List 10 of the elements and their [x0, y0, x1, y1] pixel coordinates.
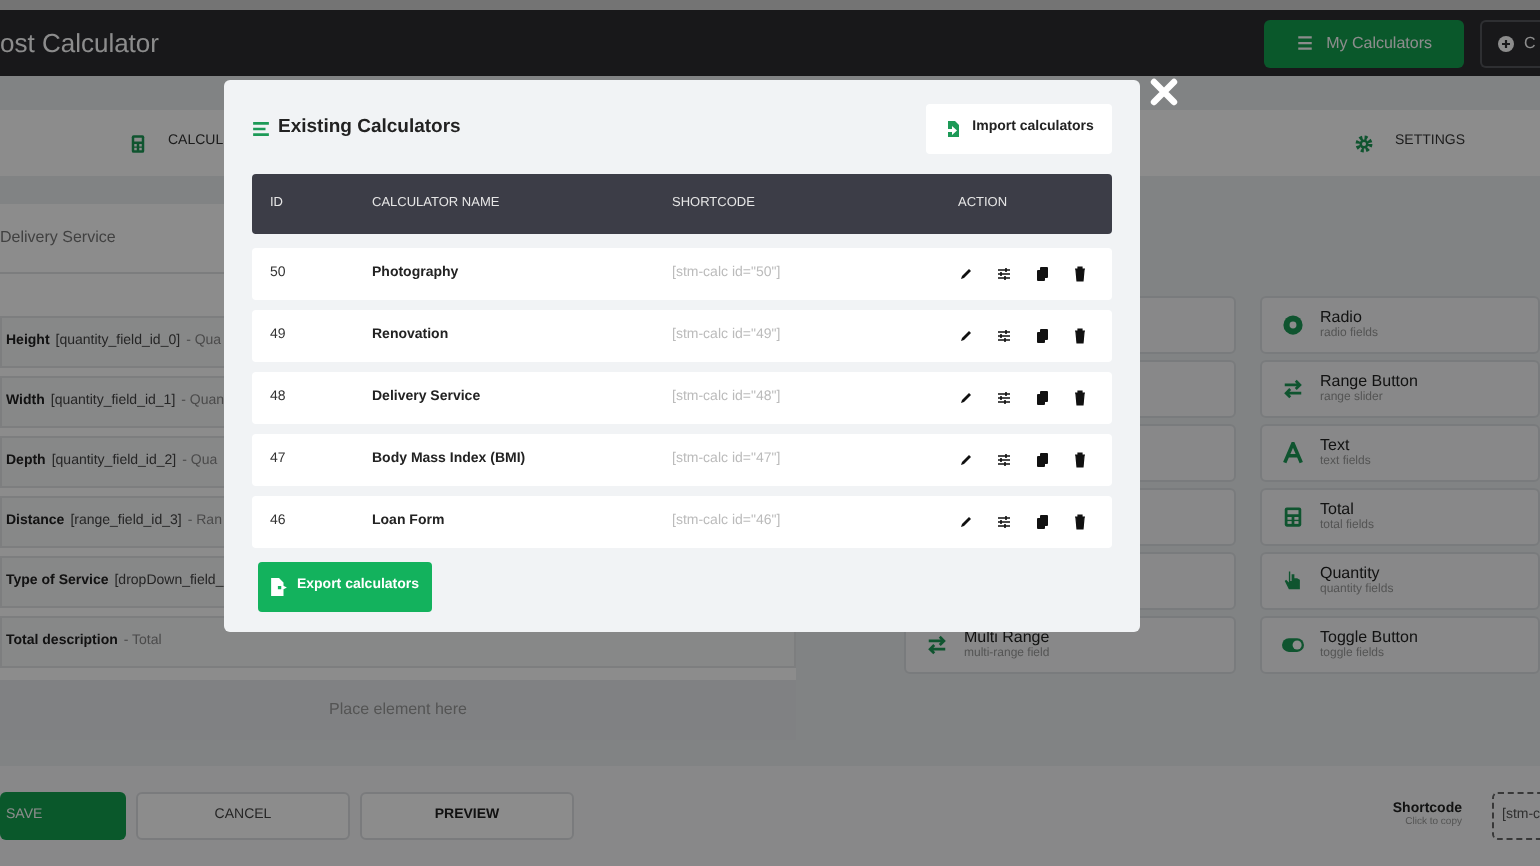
element-title: Text [1320, 437, 1352, 455]
element-title: Total [1320, 501, 1356, 519]
element-title: Multi Range [964, 629, 1050, 647]
element-title: Toggle Button [1320, 629, 1418, 647]
element-title: Range Button [1320, 373, 1418, 391]
app-title: ost Calculator [0, 25, 159, 62]
calculator-name: Delivery Service [0, 226, 116, 250]
element-title: Radio [1320, 309, 1364, 327]
element-title: Quantity [1320, 565, 1382, 583]
modal-title: Existing Calculators [278, 114, 461, 143]
